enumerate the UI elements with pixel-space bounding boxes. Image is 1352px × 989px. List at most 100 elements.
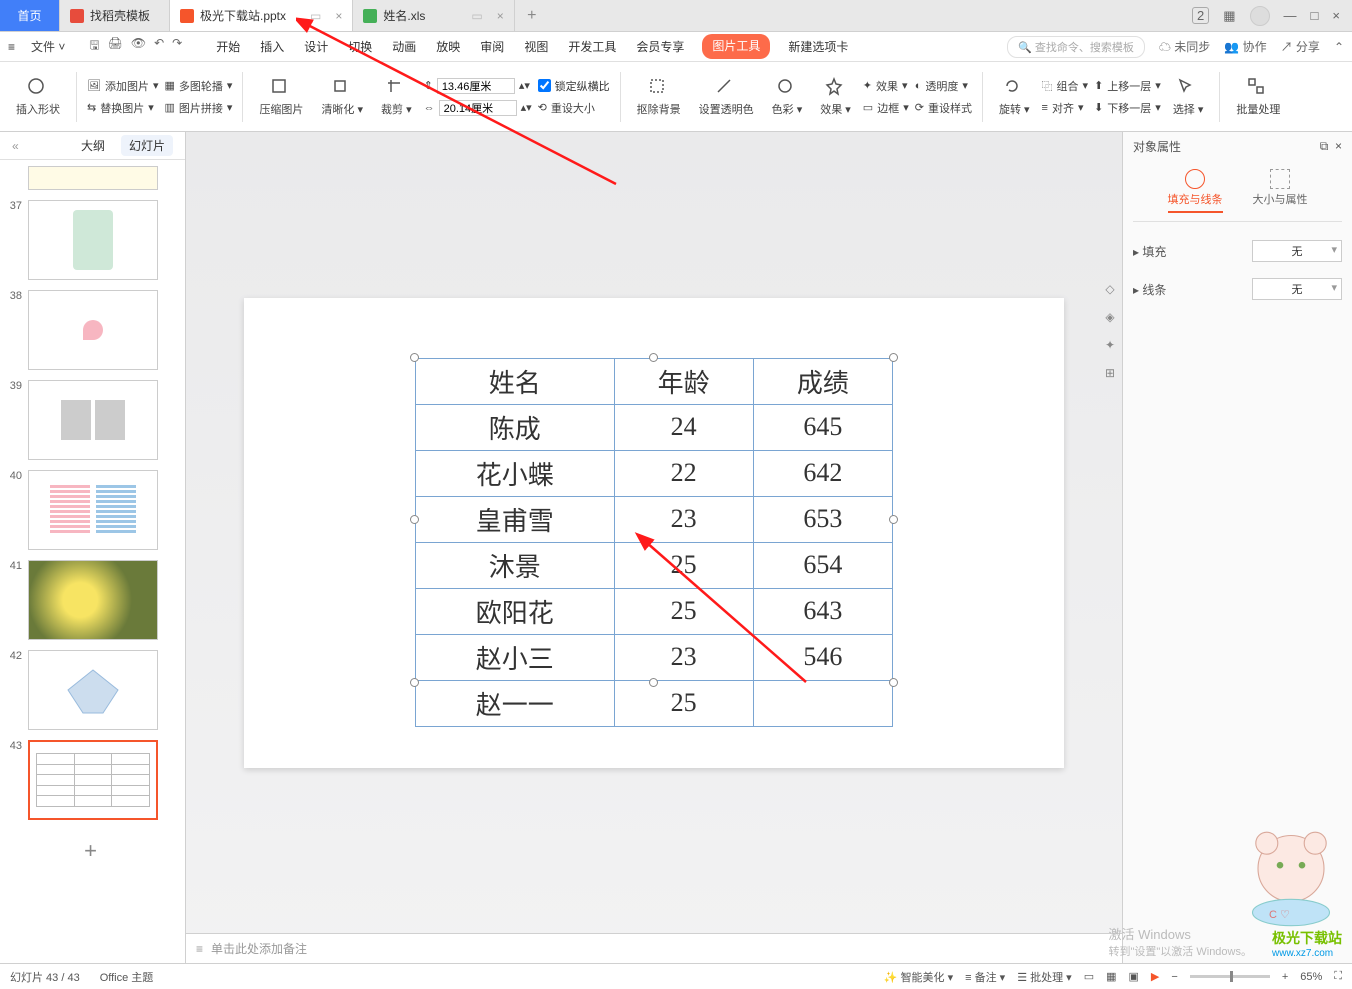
- line-select[interactable]: 无: [1252, 278, 1342, 300]
- zoom-value[interactable]: 65%: [1300, 971, 1322, 983]
- tab-insert[interactable]: 插入: [258, 34, 286, 59]
- rotate-button[interactable]: 旋转 ▾: [993, 67, 1036, 127]
- preview-icon[interactable]: 👁: [131, 36, 146, 57]
- tab-templates[interactable]: 找稻壳模板: [60, 0, 170, 31]
- tab-slideshow[interactable]: 放映: [434, 34, 462, 59]
- beautify-button[interactable]: ✨ 智能美化 ▾: [884, 969, 953, 985]
- add-slide-button[interactable]: +: [4, 830, 177, 872]
- crop-button[interactable]: 裁剪 ▾: [375, 67, 418, 127]
- colorify-button[interactable]: 色彩 ▾: [766, 67, 809, 127]
- slide-thumb-42[interactable]: [28, 650, 158, 730]
- print-icon[interactable]: 🖨: [108, 36, 123, 57]
- group-button[interactable]: ⿻ 组合 ▾: [1042, 78, 1089, 94]
- slide-thumb-37[interactable]: [28, 200, 158, 280]
- zoom-slider[interactable]: [1190, 975, 1270, 978]
- sync-button[interactable]: ☁ 未同步: [1159, 38, 1210, 55]
- image-stitch-button[interactable]: ▥ 图片拼接 ▾: [165, 100, 233, 116]
- resize-handle[interactable]: [889, 678, 898, 687]
- tab-member[interactable]: 会员专享: [634, 34, 686, 59]
- replace-image-button[interactable]: ⇆ 替换图片 ▾: [87, 100, 159, 116]
- select-button[interactable]: 选择 ▾: [1167, 67, 1210, 127]
- tab-pptx[interactable]: 极光下载站.pptx ▭ ×: [170, 0, 353, 31]
- multi-outline-button[interactable]: ▦ 多图轮播 ▾: [165, 78, 233, 94]
- slide-canvas[interactable]: 姓名年龄成绩 陈成24645 花小蝶22642 皇甫雪23653 沐景25654…: [244, 298, 1064, 768]
- rail-icon[interactable]: ◇: [1105, 282, 1114, 296]
- rail-icon[interactable]: ✦: [1105, 338, 1115, 352]
- search-input[interactable]: 🔍 查找命令、搜索模板: [1007, 36, 1145, 58]
- border-dropdown[interactable]: ▭ 边框 ▾: [863, 100, 909, 116]
- outline-tab-slides[interactable]: 幻灯片: [121, 135, 173, 156]
- tab-xls[interactable]: 姓名.xls ▭ ×: [353, 0, 514, 31]
- compress-button[interactable]: 压缩图片: [253, 67, 309, 127]
- resize-handle[interactable]: [649, 678, 658, 687]
- tab-new[interactable]: 新建选项卡: [786, 34, 850, 59]
- slide-thumb-43[interactable]: [28, 740, 158, 820]
- lock-ratio-checkbox[interactable]: 锁定纵横比: [538, 78, 610, 94]
- grid-icon[interactable]: ▦: [1223, 8, 1235, 24]
- fill-select[interactable]: 无: [1252, 240, 1342, 262]
- zoom-out-icon[interactable]: −: [1171, 971, 1177, 983]
- zoom-in-icon[interactable]: +: [1282, 971, 1288, 983]
- tab-present-icon[interactable]: ▭: [310, 9, 321, 23]
- bring-forward-button[interactable]: ⬆ 上移一层 ▾: [1094, 78, 1161, 94]
- tab-present-icon[interactable]: ▭: [471, 9, 482, 23]
- minimize-icon[interactable]: —: [1284, 8, 1297, 23]
- collapse-panel-icon[interactable]: «: [12, 139, 19, 153]
- effect-dropdown[interactable]: ✦ 效果 ▾: [863, 78, 909, 94]
- notification-badge[interactable]: 2: [1192, 7, 1209, 24]
- width-input[interactable]: ⇔ ▴▾: [424, 100, 532, 116]
- add-image-button[interactable]: 🖼 添加图片 ▾: [87, 78, 159, 94]
- slide-thumb-41[interactable]: [28, 560, 158, 640]
- mascot-icon[interactable]: C ♡: [1236, 819, 1346, 929]
- send-backward-button[interactable]: ⬇ 下移一层 ▾: [1094, 100, 1161, 116]
- resize-handle[interactable]: [649, 353, 658, 362]
- tab-review[interactable]: 审阅: [478, 34, 506, 59]
- batch-button[interactable]: 批量处理: [1230, 67, 1286, 127]
- tab-view[interactable]: 视图: [522, 34, 550, 59]
- selected-object-frame[interactable]: 姓名年龄成绩 陈成24645 花小蝶22642 皇甫雪23653 沐景25654…: [415, 358, 893, 682]
- avatar[interactable]: [1250, 6, 1270, 26]
- fit-icon[interactable]: ⛶: [1334, 970, 1342, 983]
- prop-fill-row[interactable]: ▸ 填充 无: [1133, 232, 1342, 270]
- resize-handle[interactable]: [410, 515, 419, 524]
- tab-start[interactable]: 开始: [214, 34, 242, 59]
- batch-toggle[interactable]: ☰ 批处理 ▾: [1017, 969, 1072, 985]
- slide-thumb-39[interactable]: [28, 380, 158, 460]
- tab-design[interactable]: 设计: [302, 34, 330, 59]
- prop-tab-fill-line[interactable]: 填充与线条: [1168, 169, 1223, 213]
- effect-button[interactable]: 效果 ▾: [814, 67, 857, 127]
- resize-handle[interactable]: [410, 678, 419, 687]
- transparency-dropdown[interactable]: ◐ 透明度 ▾: [915, 78, 972, 94]
- undo-icon[interactable]: ↶: [154, 36, 164, 57]
- app-menu-icon[interactable]: ≡: [8, 40, 15, 54]
- thumbnails-list[interactable]: 37 38 39 40 41 42 43 +: [0, 160, 185, 963]
- tab-picture-tools[interactable]: 图片工具: [702, 34, 770, 59]
- notes-bar[interactable]: ≡ 单击此处添加备注: [186, 933, 1122, 963]
- clarify-button[interactable]: 清晰化 ▾: [315, 67, 369, 127]
- align-button[interactable]: ≡ 对齐 ▾: [1042, 100, 1089, 116]
- reset-style-button[interactable]: ⟳ 重设样式: [915, 100, 972, 116]
- resize-handle[interactable]: [889, 515, 898, 524]
- reset-size-button[interactable]: ⟲ 重设大小: [538, 100, 610, 116]
- view-slideshow-icon[interactable]: ▶: [1151, 970, 1159, 983]
- prop-line-row[interactable]: ▸ 线条 无: [1133, 270, 1342, 308]
- close-panel-icon[interactable]: ×: [1335, 139, 1342, 153]
- resize-handle[interactable]: [410, 353, 419, 362]
- new-tab-button[interactable]: +: [515, 0, 549, 31]
- resize-handle[interactable]: [889, 353, 898, 362]
- rail-icon[interactable]: ◈: [1105, 310, 1114, 324]
- file-menu[interactable]: 文件 ˅: [25, 36, 71, 57]
- outline-tab-outline[interactable]: 大纲: [81, 137, 105, 154]
- view-reading-icon[interactable]: ▣: [1129, 970, 1139, 983]
- close-icon[interactable]: ×: [497, 9, 504, 23]
- tab-transition[interactable]: 切换: [346, 34, 374, 59]
- tab-home[interactable]: 首页: [0, 0, 60, 31]
- view-normal-icon[interactable]: ▭: [1084, 970, 1094, 983]
- save-icon[interactable]: 🖫: [89, 36, 99, 57]
- prop-tab-size[interactable]: 大小与属性: [1253, 169, 1308, 213]
- slide-thumb-partial[interactable]: [28, 166, 158, 190]
- slide-thumb-38[interactable]: [28, 290, 158, 370]
- slide-thumb-40[interactable]: [28, 470, 158, 550]
- tab-animation[interactable]: 动画: [390, 34, 418, 59]
- share-button[interactable]: ↗ 分享: [1281, 38, 1320, 55]
